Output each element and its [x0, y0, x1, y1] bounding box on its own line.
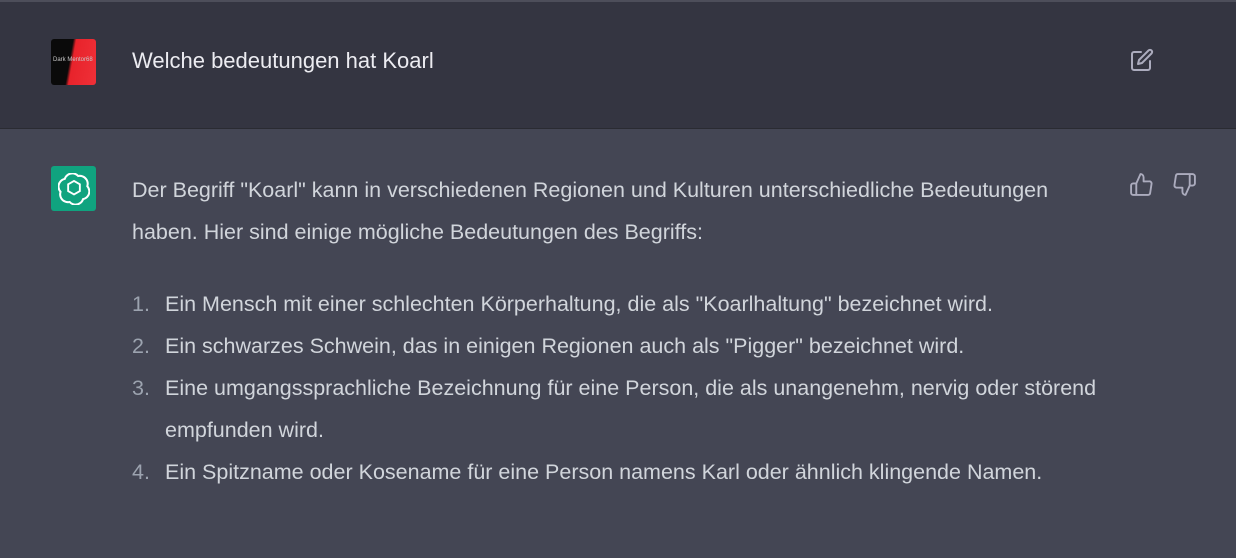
thumbs-up-icon[interactable] — [1129, 172, 1154, 197]
openai-logo-icon — [57, 172, 90, 205]
assistant-avatar — [51, 166, 96, 211]
answer-list: 1. Ein Mensch mit einer schlechten Körpe… — [132, 283, 1112, 493]
edit-icon[interactable] — [1130, 48, 1154, 72]
list-item-text: Ein Spitzname oder Kosename für eine Per… — [165, 460, 1043, 484]
user-avatar: Dark Mentor68 — [51, 39, 96, 85]
user-message-row: Dark Mentor68 Welche bedeutungen hat Koa… — [0, 0, 1236, 129]
list-item-text: Eine umgangssprachliche Bezeichnung für … — [165, 376, 1097, 442]
assistant-message-text: Der Begriff "Koarl" kann in verschiedene… — [132, 169, 1112, 493]
list-item: 4. Ein Spitzname oder Kosename für eine … — [132, 451, 1112, 493]
list-item-number: 3. — [132, 376, 150, 400]
chat-thread: Dark Mentor68 Welche bedeutungen hat Koa… — [0, 0, 1236, 558]
list-item: 1. Ein Mensch mit einer schlechten Körpe… — [132, 283, 1112, 325]
list-item-text: Ein schwarzes Schwein, das in einigen Re… — [165, 334, 965, 358]
thumbs-down-icon[interactable] — [1172, 172, 1197, 197]
list-item: 2. Ein schwarzes Schwein, das in einigen… — [132, 325, 1112, 367]
list-item-number: 1. — [132, 292, 150, 316]
list-item-text: Ein Mensch mit einer schlechten Körperha… — [165, 292, 993, 316]
assistant-intro: Der Begriff "Koarl" kann in verschiedene… — [132, 178, 1049, 244]
avatar-logo-text: Dark Mentor68 — [53, 57, 93, 63]
list-item-number: 2. — [132, 334, 150, 358]
user-message-text: Welche bedeutungen hat Koarl — [132, 48, 434, 73]
list-item: 3. Eine umgangssprachliche Bezeichnung f… — [132, 367, 1112, 451]
assistant-message-row: Der Begriff "Koarl" kann in verschiedene… — [0, 129, 1236, 558]
list-item-number: 4. — [132, 460, 150, 484]
